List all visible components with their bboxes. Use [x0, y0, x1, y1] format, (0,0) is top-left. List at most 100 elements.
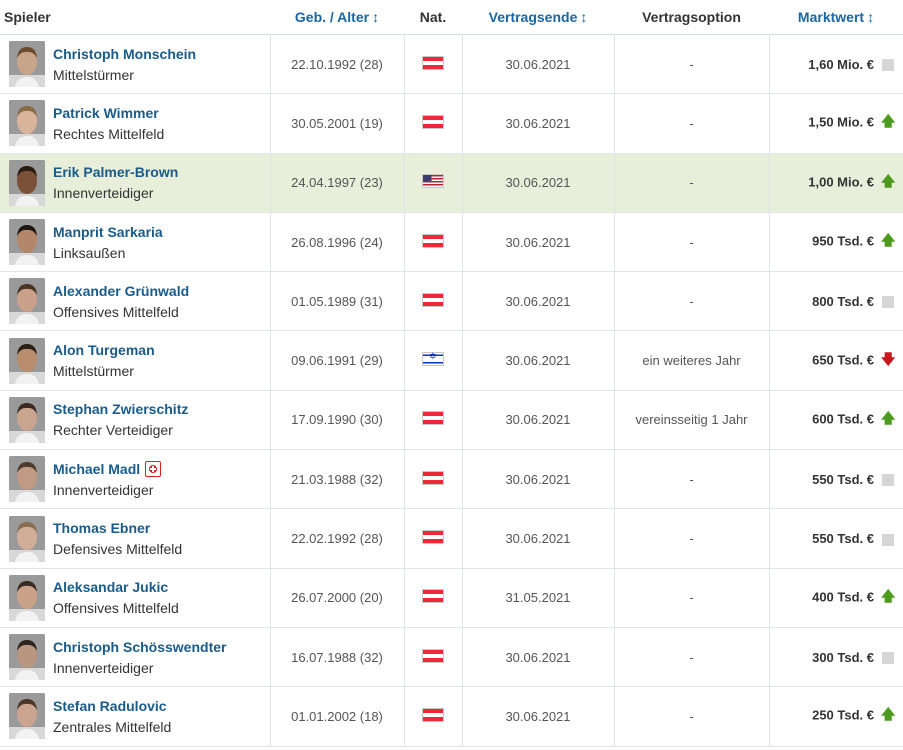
contract-end-cell: 30.06.2021	[461, 93, 614, 154]
flag-icon[interactable]	[422, 411, 444, 426]
header-player: Spieler	[0, 0, 270, 35]
market-value[interactable]: 400 Tsd. €	[812, 589, 874, 604]
nationality-cell	[403, 212, 462, 272]
player-position: Rechtes Mittelfeld	[53, 125, 165, 142]
table-row: Thomas Ebner Defensives Mittelfeld 22.02…	[0, 508, 903, 569]
player-name-link[interactable]: Alexander Grünwald	[53, 283, 189, 299]
player-photo[interactable]	[9, 574, 45, 621]
player-name-link[interactable]: Alon Turgeman	[53, 342, 155, 358]
flag-icon[interactable]	[422, 55, 444, 70]
nationality-cell	[403, 449, 462, 509]
flag-icon[interactable]	[422, 233, 444, 248]
contract-option-cell: -	[613, 271, 769, 331]
player-name-link[interactable]: Stefan Radulovic	[53, 698, 167, 714]
contract-option-cell: -	[613, 153, 769, 213]
contract-end-cell: 30.06.2021	[461, 330, 614, 391]
player-name-link[interactable]: Michael Madl	[53, 461, 140, 477]
flag-icon[interactable]	[422, 589, 444, 604]
flag-icon[interactable]	[422, 114, 444, 129]
table-row: Christoph Monschein Mittelstürmer 22.10.…	[0, 34, 903, 94]
market-value[interactable]: 300 Tsd. €	[812, 650, 874, 665]
contract-option-cell: vereinsseitig 1 Jahr	[613, 390, 769, 450]
market-value[interactable]: 600 Tsd. €	[812, 411, 874, 426]
market-value[interactable]: 1,50 Mio. €	[808, 115, 874, 130]
market-value[interactable]: 550 Tsd. €	[812, 531, 874, 546]
nationality-cell	[403, 508, 462, 569]
nationality-cell	[403, 568, 462, 628]
injury-icon[interactable]	[145, 460, 162, 477]
birth-age-cell: 09.06.1991 (29)	[269, 330, 404, 391]
market-value[interactable]: 550 Tsd. €	[812, 472, 874, 487]
player-photo[interactable]	[9, 515, 45, 562]
player-position: Defensives Mittelfeld	[53, 541, 183, 558]
player-name-link[interactable]: Christoph Monschein	[53, 46, 196, 62]
contract-end-cell: 30.06.2021	[461, 271, 614, 331]
player-name-link[interactable]: Stephan Zwierschitz	[53, 401, 188, 417]
flag-icon[interactable]	[422, 292, 444, 307]
table-row: Alexander Grünwald Offensives Mittelfeld…	[0, 271, 903, 331]
table-row: Stefan Radulovic Zentrales Mittelfeld 01…	[0, 686, 903, 747]
table-row: Patrick Wimmer Rechtes Mittelfeld 30.05.…	[0, 93, 903, 154]
market-value[interactable]: 650 Tsd. €	[812, 352, 874, 367]
player-position: Innenverteidiger	[53, 659, 154, 676]
contract-end-cell: 30.06.2021	[461, 627, 614, 687]
market-value-cell: 1,00 Mio. € 🡅	[768, 153, 903, 213]
header-birth-age[interactable]: Geb. / Alter ↕	[270, 0, 404, 35]
sort-icon[interactable]: ↕	[580, 9, 587, 25]
birth-age-cell: 24.04.1997 (23)	[269, 153, 404, 213]
player-photo[interactable]	[9, 456, 45, 503]
nationality-cell	[403, 390, 462, 450]
market-value[interactable]: 250 Tsd. €	[812, 708, 874, 723]
nationality-cell	[403, 686, 462, 747]
flag-icon[interactable]	[422, 707, 444, 722]
player-photo[interactable]	[9, 396, 45, 443]
market-value[interactable]: 950 Tsd. €	[812, 233, 874, 248]
player-cell: Michael Madl Innenverteidiger	[0, 450, 270, 509]
contract-option-cell: -	[613, 34, 769, 94]
header-nationality: Nat.	[404, 0, 462, 35]
player-photo[interactable]	[9, 634, 45, 681]
flag-icon[interactable]	[422, 470, 444, 485]
player-name-link[interactable]: Patrick Wimmer	[53, 105, 159, 121]
flag-icon[interactable]	[422, 174, 444, 189]
player-name-link[interactable]: Manprit Sarkaria	[53, 224, 163, 240]
player-photo[interactable]	[9, 278, 45, 325]
player-photo[interactable]	[9, 41, 45, 88]
player-photo[interactable]	[9, 159, 45, 206]
contract-option-cell: -	[613, 508, 769, 569]
player-name-link[interactable]: Aleksandar Jukic	[53, 579, 168, 595]
player-position: Innenverteidiger	[53, 185, 154, 202]
header-market-value[interactable]: Marktwert ↕	[769, 0, 903, 35]
trend-up-arrow-icon: 🡅	[881, 233, 896, 250]
market-value[interactable]: 1,60 Mio. €	[808, 57, 874, 72]
player-photo[interactable]	[9, 693, 45, 740]
player-position: Innenverteidiger	[53, 481, 154, 498]
nationality-cell	[403, 34, 462, 94]
player-photo[interactable]	[9, 100, 45, 147]
player-cell: Thomas Ebner Defensives Mittelfeld	[0, 509, 270, 568]
player-photo[interactable]	[9, 219, 45, 266]
market-value-cell: 600 Tsd. € 🡅	[768, 390, 903, 450]
flag-icon[interactable]	[422, 648, 444, 663]
player-name-link[interactable]: Erik Palmer-Brown	[53, 164, 178, 180]
contract-option-cell: -	[613, 212, 769, 272]
flag-icon[interactable]	[422, 530, 444, 545]
birth-age-cell: 17.09.1990 (30)	[269, 390, 404, 450]
birth-age-cell: 26.08.1996 (24)	[269, 212, 404, 272]
sort-icon[interactable]: ↕	[867, 9, 874, 25]
player-name-link[interactable]: Thomas Ebner	[53, 520, 150, 536]
contract-end-cell: 30.06.2021	[461, 34, 614, 94]
flag-icon[interactable]	[422, 352, 444, 367]
market-value[interactable]: 1,00 Mio. €	[808, 174, 874, 189]
trend-unchanged-icon	[882, 474, 894, 487]
player-position: Offensives Mittelfeld	[53, 600, 179, 617]
header-contract-end[interactable]: Vertragsende ↕	[462, 0, 614, 35]
player-photo[interactable]	[9, 337, 45, 384]
market-value[interactable]: 800 Tsd. €	[812, 294, 874, 309]
trend-unchanged-icon	[882, 59, 894, 72]
contract-option-cell: -	[613, 568, 769, 628]
player-cell: Stephan Zwierschitz Rechter Verteidiger	[0, 390, 270, 449]
player-name-link[interactable]: Christoph Schösswendter	[53, 639, 226, 655]
player-cell: Alexander Grünwald Offensives Mittelfeld	[0, 272, 270, 331]
sort-icon[interactable]: ↕	[372, 9, 379, 25]
